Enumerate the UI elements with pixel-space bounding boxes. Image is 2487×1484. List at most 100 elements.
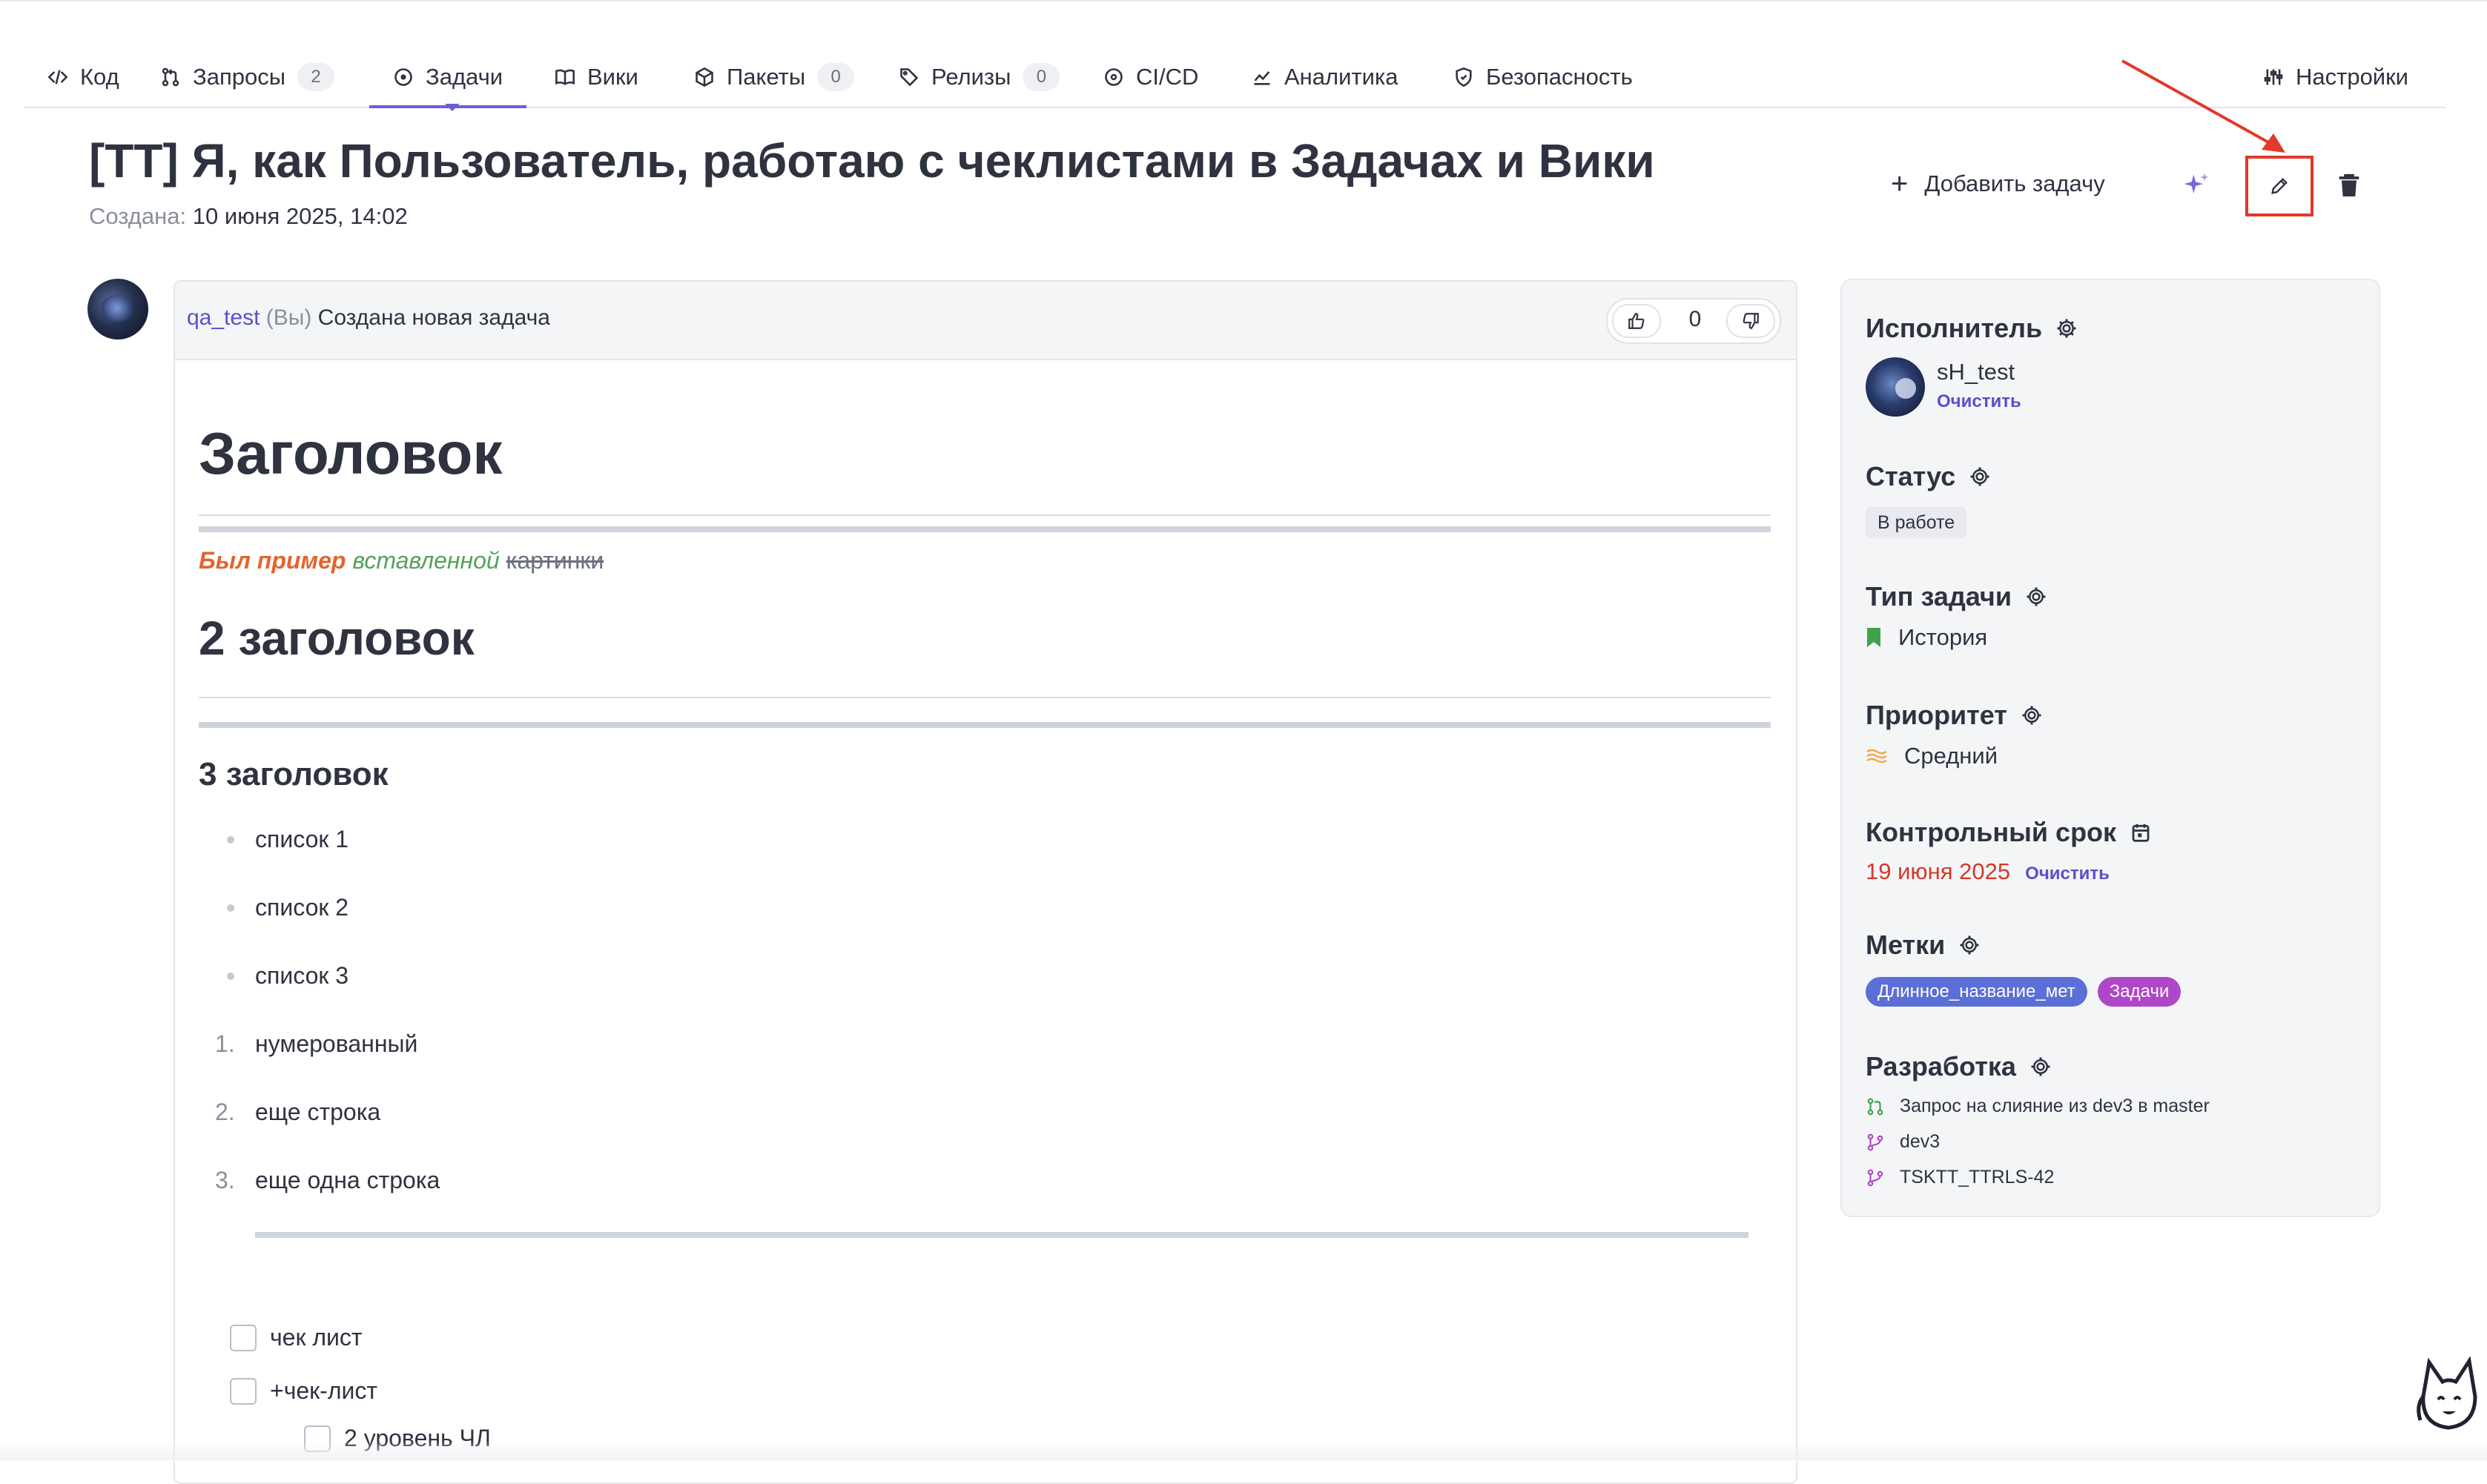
list-item: список 1: [227, 826, 349, 853]
mascot-helper-icon[interactable]: [2413, 1354, 2484, 1431]
priority-value[interactable]: Средний: [1866, 743, 1998, 769]
created-date: Создана: 10 июня 2025, 14:02: [89, 203, 408, 230]
annotation-arrow: [2121, 59, 2285, 153]
tab-label: Пакеты: [727, 64, 806, 90]
chart-line-icon: [1254, 71, 1270, 85]
priority-text: Средний: [1904, 743, 1998, 769]
label-chip[interactable]: Длинное_название_мет: [1866, 977, 2087, 1007]
section-title-text: Приоритет: [1866, 700, 2007, 730]
section-title-text: Метки: [1866, 930, 1946, 960]
dev-item-text: Запрос на слияние из dev3 в master: [1900, 1096, 2210, 1116]
heading-3: 3 заголовок: [199, 756, 389, 792]
gear-icon[interactable]: [1958, 934, 1981, 956]
tab-label: Вики: [587, 64, 638, 90]
type-section-title: Тип задачи: [1866, 581, 2047, 612]
author-link[interactable]: qa_test: [187, 305, 260, 330]
styled-paragraph: Был пример вставленной картинки: [199, 547, 604, 574]
vote-widget: 0: [1606, 298, 1781, 344]
list-item-text: еще одна строка: [255, 1167, 440, 1193]
pipeline-icon: [1105, 68, 1123, 86]
heading-2: 2 заголовок: [199, 612, 475, 665]
tab-analytics[interactable]: Аналитика: [1252, 47, 1398, 107]
dev-item-text: TSKTT_TTRLS-42: [1900, 1167, 2055, 1187]
priority-medium-icon: [1866, 749, 1887, 763]
clear-due-date-link[interactable]: Очистить: [2025, 864, 2110, 884]
thumbs-up-button[interactable]: [1612, 304, 1661, 338]
thumbs-down-button[interactable]: [1726, 304, 1775, 338]
tab-releases[interactable]: Релизы 0: [899, 47, 1060, 107]
dev-merge-request[interactable]: Запрос на слияние из dev3 в master: [1866, 1096, 2210, 1117]
dev-branch[interactable]: dev3: [1866, 1131, 1940, 1153]
heading-underline: [199, 514, 1771, 516]
issue-type-value[interactable]: История: [1866, 624, 1987, 651]
tab-security[interactable]: Безопасность: [1453, 47, 1633, 107]
add-task-button[interactable]: + Добавить задачу: [1891, 165, 2105, 203]
checkbox[interactable]: [230, 1324, 257, 1351]
tab-count-badge: 0: [1023, 63, 1060, 91]
assignee-info: sH_test Очистить: [1937, 359, 2021, 412]
section-title-text: Тип задачи: [1866, 581, 2012, 612]
status-section-title: Статус: [1866, 461, 1991, 492]
edit-button[interactable]: [2245, 156, 2313, 216]
list-item-text: нумерованный: [255, 1030, 418, 1057]
tab-label: Запросы: [193, 64, 286, 90]
dev-item-text: dev3: [1900, 1131, 1941, 1152]
author-you-label: (Вы): [265, 305, 312, 330]
merge-request-icon: [1867, 1098, 1883, 1115]
author-avatar[interactable]: [87, 279, 148, 339]
calendar-icon[interactable]: [2130, 821, 2152, 844]
comment-card: qa_test (Вы) Создана новая задача 0 Заго…: [174, 280, 1797, 1484]
package-icon: [696, 67, 713, 87]
gear-icon[interactable]: [2055, 317, 2078, 339]
checkbox[interactable]: [230, 1377, 257, 1405]
checklist-text: чек лист: [270, 1324, 363, 1351]
development-section-title: Разработка: [1866, 1051, 2052, 1082]
gear-icon[interactable]: [2029, 1056, 2052, 1078]
heading-1: Заголовок: [199, 420, 503, 486]
comment-header: qa_test (Вы) Создана новая задача 0: [175, 282, 1796, 360]
tab-issues[interactable]: Задачи: [369, 47, 527, 108]
clear-assignee-link[interactable]: Очистить: [1937, 391, 2021, 412]
section-title-text: Исполнитель: [1866, 313, 2043, 343]
tag-icon: [900, 68, 919, 87]
label-chip[interactable]: Задачи: [2097, 977, 2182, 1007]
issue-type-text: История: [1898, 624, 1988, 650]
numbered-item: 3. еще одна строка: [215, 1167, 440, 1194]
bullet: [227, 904, 234, 912]
code-icon: [47, 70, 68, 85]
checklist-item: чек лист: [230, 1324, 363, 1351]
horizontal-rule: [255, 1232, 1748, 1238]
pencil-icon: [2271, 178, 2288, 194]
shield-icon: [1456, 67, 1472, 87]
assignee-name[interactable]: sH_test: [1937, 359, 2021, 385]
list-item-text: список 3: [255, 962, 349, 989]
tab-packages[interactable]: Пакеты 0: [694, 47, 855, 107]
tab-label: CI/CD: [1136, 64, 1199, 90]
assignee-section-title: Исполнитель: [1866, 313, 2078, 344]
merge-request-icon: [162, 67, 179, 87]
tab-label: Безопасность: [1486, 64, 1633, 90]
list-item-text: список 1: [255, 826, 349, 852]
tab-label: Задачи: [426, 64, 503, 90]
issue-circle-icon: [394, 68, 412, 86]
trash-icon[interactable]: [2334, 169, 2364, 202]
dev-branch[interactable]: TSKTT_TTRLS-42: [1866, 1167, 2054, 1188]
tab-label: Настройки: [2296, 64, 2409, 90]
gear-icon[interactable]: [2021, 704, 2043, 726]
tab-cicd[interactable]: CI/CD: [1103, 47, 1198, 107]
list-item: список 2: [227, 894, 349, 921]
due-date: 19 июня 2025 Очистить: [1866, 858, 2110, 885]
status-badge[interactable]: В работе: [1866, 507, 1967, 538]
due-date-value[interactable]: 19 июня 2025: [1866, 858, 2010, 885]
gear-icon[interactable]: [1969, 466, 1991, 488]
numbered-item: 1. нумерованный: [215, 1030, 418, 1058]
thumbs-down-icon: [1743, 313, 1759, 329]
assignee-avatar[interactable]: [1866, 357, 1925, 417]
section-title-text: Статус: [1866, 461, 1956, 491]
tab-code[interactable]: Код: [47, 47, 119, 107]
tab-requests[interactable]: Запросы 2: [160, 47, 335, 107]
created-value: 10 июня 2025, 14:02: [192, 203, 408, 229]
gear-icon[interactable]: [2025, 586, 2047, 608]
sparkle-icon[interactable]: [2180, 169, 2213, 202]
tab-wiki[interactable]: Вики: [555, 47, 638, 107]
